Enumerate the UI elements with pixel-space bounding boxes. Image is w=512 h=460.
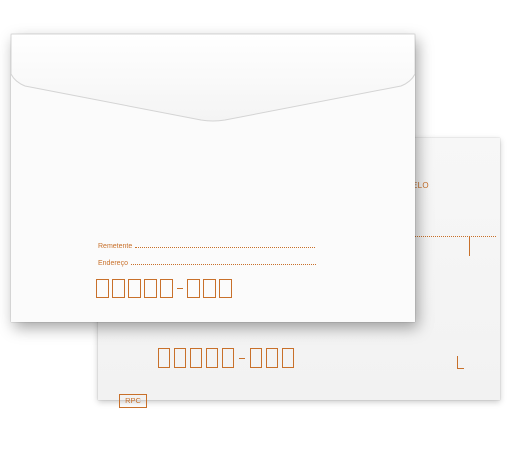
cep-box [187, 278, 200, 298]
cep-box [160, 278, 173, 298]
cep-separator [177, 287, 183, 289]
code-box [282, 348, 294, 368]
address-label: Endereço [98, 260, 128, 267]
address-dotted-line [130, 264, 316, 265]
cep-box [219, 278, 232, 298]
cep-box [96, 278, 109, 298]
code-separator [239, 357, 245, 359]
address-field: Endereço [98, 260, 316, 267]
envelope-flap [11, 34, 415, 122]
cep-box [128, 278, 141, 298]
stamp-corner-mark-top [461, 236, 470, 256]
sender-dotted-line [135, 247, 316, 248]
rpc-badge: RPC [119, 394, 147, 408]
code-box [266, 348, 278, 368]
code-box [222, 348, 234, 368]
sender-field: Remetente [98, 243, 316, 250]
code-box [158, 348, 170, 368]
code-box [206, 348, 218, 368]
back-code-boxes [158, 347, 294, 369]
stamp-corner-mark-bottom [457, 356, 464, 369]
code-box [190, 348, 202, 368]
cep-box [112, 278, 125, 298]
code-box [250, 348, 262, 368]
back-envelope-dotted-line [412, 236, 496, 237]
cep-boxes [96, 278, 232, 298]
cep-box [144, 278, 157, 298]
code-box [174, 348, 186, 368]
sender-label: Remetente [98, 243, 133, 250]
cep-box [203, 278, 216, 298]
envelopes-photo: ELO RPC Remetente Endereço [0, 0, 512, 460]
